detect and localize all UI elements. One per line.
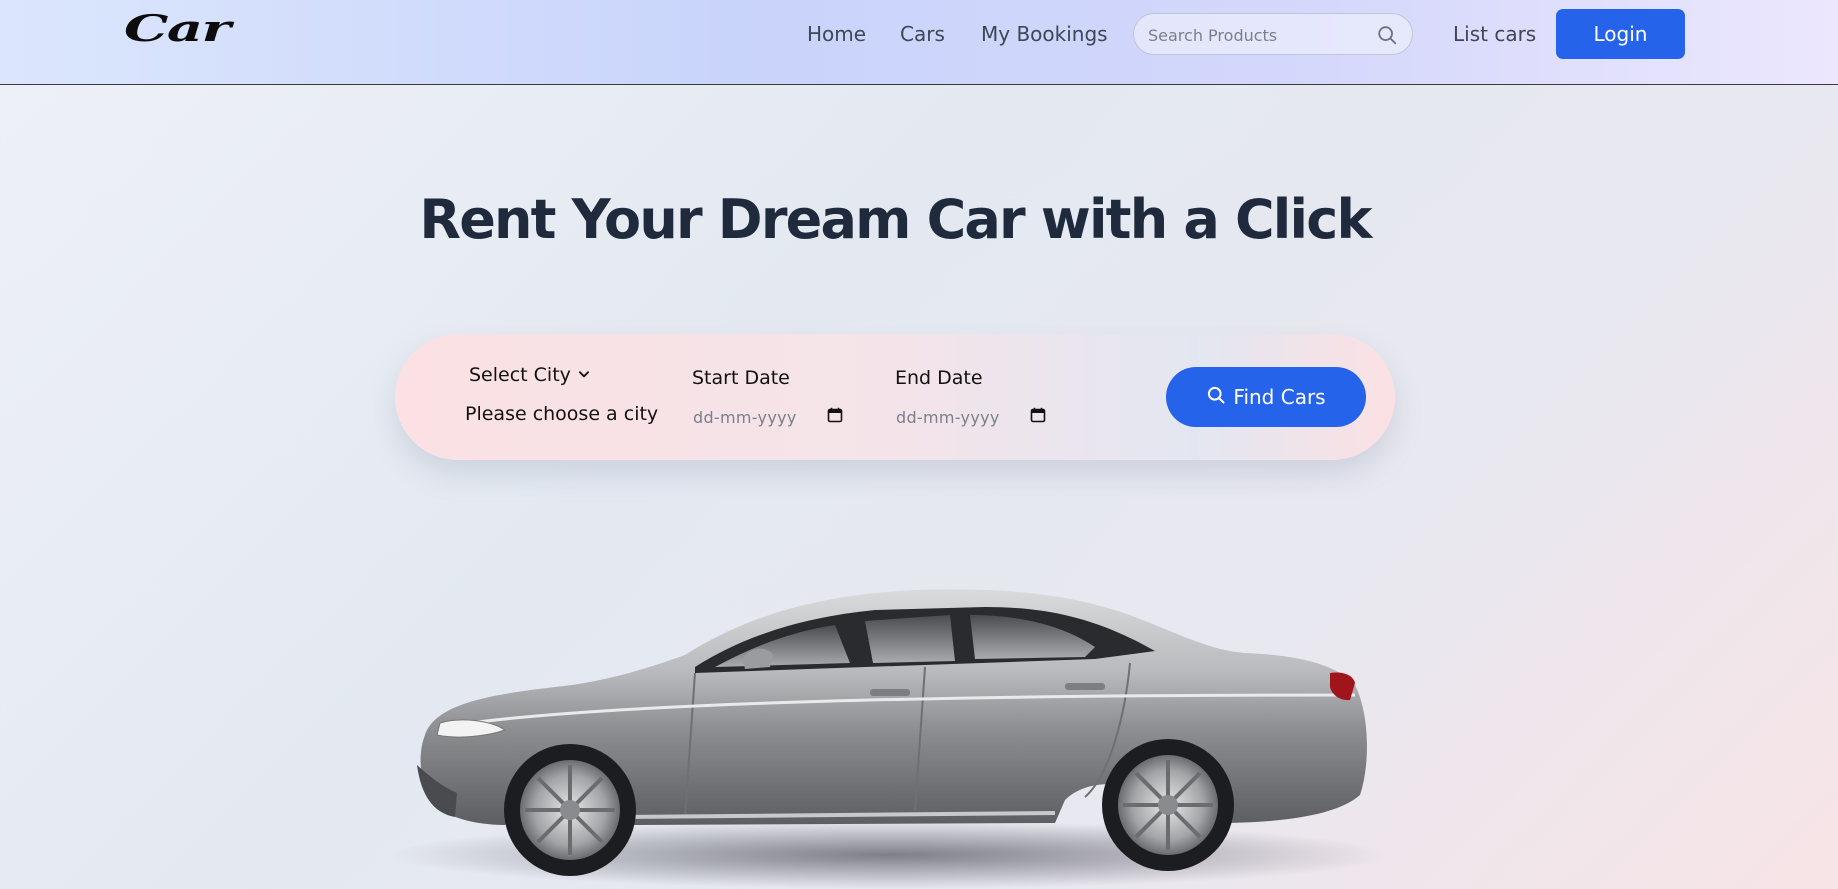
end-date-placeholder: dd-mm-yyyy xyxy=(896,407,1000,427)
start-date-placeholder: dd-mm-yyyy xyxy=(693,407,797,427)
nav-list-cars-link[interactable]: List cars xyxy=(1453,22,1536,46)
hero-car-image xyxy=(390,555,1395,889)
hero-title: Rent Your Dream Car with a Click xyxy=(419,188,1372,251)
logo[interactable]: Car xyxy=(124,8,231,50)
nav-home-link[interactable]: Home xyxy=(807,22,866,46)
city-select-label: Select City xyxy=(469,364,571,386)
nav-my-bookings-link[interactable]: My Bookings xyxy=(981,22,1108,46)
login-button[interactable]: Login xyxy=(1556,9,1685,59)
start-date-label: Start Date xyxy=(692,367,790,389)
search-icon xyxy=(1206,385,1226,410)
search-input[interactable] xyxy=(1148,22,1368,48)
city-select[interactable]: Select City xyxy=(469,364,591,386)
find-cars-button[interactable]: Find Cars xyxy=(1166,367,1366,427)
find-cars-label: Find Cars xyxy=(1233,385,1326,409)
chevron-down-icon xyxy=(577,364,591,386)
search-box xyxy=(1133,13,1413,55)
search-icon[interactable] xyxy=(1376,24,1398,50)
booking-search-panel: Select City Please choose a city Start D… xyxy=(395,334,1395,460)
calendar-icon[interactable] xyxy=(827,407,843,427)
calendar-icon[interactable] xyxy=(1030,407,1046,427)
start-date-input[interactable]: dd-mm-yyyy xyxy=(693,405,843,429)
navbar: Car Home Cars My Bookings List cars Logi… xyxy=(0,0,1838,85)
city-hint: Please choose a city xyxy=(465,403,659,425)
end-date-input[interactable]: dd-mm-yyyy xyxy=(896,405,1046,429)
nav-cars-link[interactable]: Cars xyxy=(900,22,945,46)
end-date-label: End Date xyxy=(895,367,983,389)
